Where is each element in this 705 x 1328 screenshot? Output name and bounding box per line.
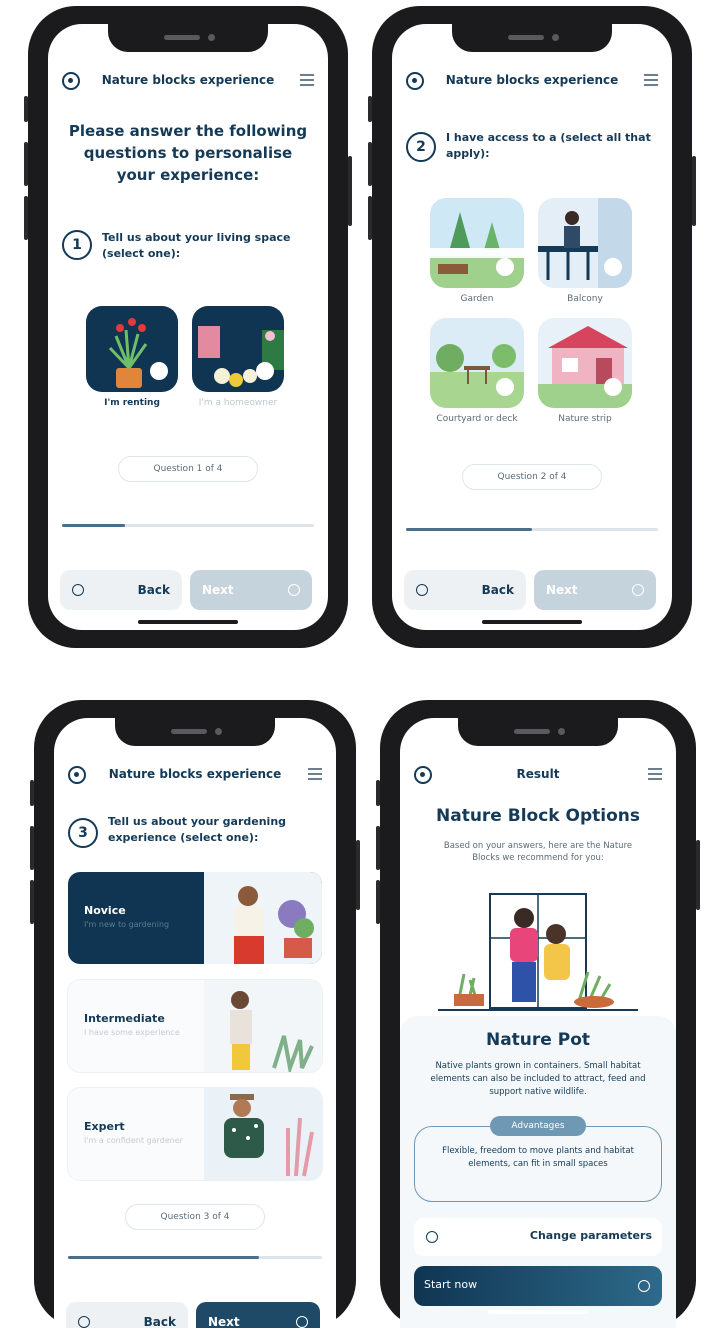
result-illustration [438, 893, 638, 1011]
forward-circle-icon [638, 1280, 650, 1292]
phone-frame-3: Nature blocks experience 3 Tell us about… [30, 700, 360, 1328]
radio-dot-icon [150, 362, 168, 380]
checkbox-dot-icon [604, 258, 622, 276]
option-renting-label: I'm renting [104, 398, 160, 408]
question-number: 3 [68, 818, 98, 848]
top-bar: Nature blocks experience [48, 70, 328, 94]
option-subtitle: I'm a confident gardener [84, 1136, 183, 1145]
back-circle-icon [416, 584, 428, 596]
homeowner-illustration [198, 326, 284, 387]
question-text: Tell us about your gardening experience … [108, 815, 287, 844]
option-title: Novice [84, 904, 126, 917]
page-heading: Nature Block Options [436, 806, 640, 826]
option-intermediate[interactable]: Intermediate I have some experience [68, 980, 322, 1072]
back-circle-icon[interactable] [68, 766, 86, 784]
option-homeowner-label: I'm a homeowner [198, 398, 278, 408]
option-expert[interactable]: Expert I'm a confident gardener [68, 1088, 322, 1180]
back-circle-icon [72, 584, 84, 596]
checkbox-dot-icon [604, 378, 622, 396]
expert-illustration [204, 1088, 322, 1180]
screen-2: Nature blocks experience 2 I have access… [392, 24, 672, 630]
result-description: Native plants grown in containers. Small… [430, 1061, 646, 1097]
checkbox-dot-icon [496, 258, 514, 276]
option-balcony[interactable] [538, 198, 632, 288]
screen-1: Nature blocks experience Please answer t… [48, 24, 328, 630]
phone-frame-4: Result Nature Block Options Based on you… [376, 700, 700, 1328]
advantages-label: Advantages [490, 1116, 586, 1136]
question-counter: Question 3 of 4 [125, 1204, 265, 1230]
menu-icon[interactable] [648, 768, 662, 780]
next-button[interactable]: Next [190, 570, 312, 610]
progress-fill [62, 524, 125, 527]
top-bar: Nature blocks experience [392, 70, 672, 94]
back-circle-icon[interactable] [406, 72, 424, 90]
screen-4: Result Nature Block Options Based on you… [400, 718, 676, 1328]
screen-title: Result [516, 767, 560, 781]
back-button[interactable]: Back [60, 570, 182, 610]
option-nature-strip-label: Nature strip [558, 414, 612, 424]
progress-fill [68, 1256, 259, 1259]
option-renting[interactable] [86, 306, 178, 392]
option-title: Intermediate [84, 1012, 165, 1025]
novice-illustration [204, 872, 322, 964]
screen-title: Nature blocks experience [445, 73, 619, 87]
progress-bar [68, 1256, 322, 1259]
result-intro: Based on your answers, here are the Natu… [443, 841, 633, 863]
question-text: Tell us about your living space (select … [102, 231, 291, 260]
intermediate-illustration [204, 980, 322, 1072]
back-circle-icon[interactable] [62, 72, 80, 90]
option-subtitle: I'm new to gardening [84, 920, 170, 929]
option-title: Expert [84, 1120, 125, 1133]
question-number: 1 [62, 230, 92, 260]
option-courtyard[interactable] [430, 318, 524, 408]
forward-circle-icon [296, 1316, 308, 1328]
back-button[interactable]: Back [66, 1302, 188, 1328]
option-balcony-label: Balcony [567, 294, 603, 304]
question-counter: Question 2 of 4 [462, 464, 602, 490]
option-garden[interactable] [430, 198, 524, 288]
top-bar: Result [400, 764, 676, 788]
back-button[interactable]: Back [404, 570, 526, 610]
next-button[interactable]: Next [196, 1302, 320, 1328]
menu-icon[interactable] [300, 74, 314, 86]
start-now-button[interactable]: Start now [414, 1266, 662, 1306]
question-counter: Question 1 of 4 [118, 456, 258, 482]
option-courtyard-label: Courtyard or deck [436, 414, 518, 424]
phone-frame-1: Nature blocks experience Please answer t… [24, 6, 352, 648]
question-number: 2 [406, 132, 436, 162]
progress-fill [406, 528, 532, 531]
advantages-text: Flexible, freedom to move plants and hab… [442, 1146, 634, 1169]
result-title: Nature Pot [485, 1030, 591, 1050]
option-novice[interactable]: Novice I'm new to gardening [68, 872, 322, 964]
phone-frame-2: Nature blocks experience 2 I have access… [368, 6, 696, 648]
screen-title: Nature blocks experience [108, 767, 282, 781]
radio-dot-icon [256, 362, 274, 380]
menu-icon[interactable] [644, 74, 658, 86]
forward-circle-icon [288, 584, 300, 596]
back-circle-icon[interactable] [414, 766, 432, 784]
result-card: Nature Pot Native plants grown in contai… [400, 1016, 676, 1328]
option-garden-label: Garden [460, 294, 494, 304]
page-heading: Please answer the following questions to… [68, 122, 308, 184]
option-nature-strip[interactable] [538, 318, 632, 408]
change-parameters-button[interactable]: Change parameters [414, 1218, 662, 1256]
option-homeowner[interactable] [192, 306, 284, 392]
forward-circle-icon [632, 584, 644, 596]
next-button[interactable]: Next [534, 570, 656, 610]
screen-3: Nature blocks experience 3 Tell us about… [54, 718, 336, 1328]
checkbox-dot-icon [496, 378, 514, 396]
back-circle-icon [78, 1316, 90, 1328]
menu-icon[interactable] [308, 768, 322, 780]
progress-bar [406, 528, 658, 531]
top-bar: Nature blocks experience [54, 764, 336, 788]
advantages-box: Advantages Flexible, freedom to move pla… [414, 1116, 662, 1202]
question-text: I have access to a (select all that appl… [446, 131, 651, 160]
option-subtitle: I have some experience [84, 1028, 180, 1037]
progress-bar [62, 524, 314, 527]
settings-circle-icon [426, 1231, 438, 1243]
renting-illustration [108, 318, 148, 388]
screen-title: Nature blocks experience [101, 73, 275, 87]
